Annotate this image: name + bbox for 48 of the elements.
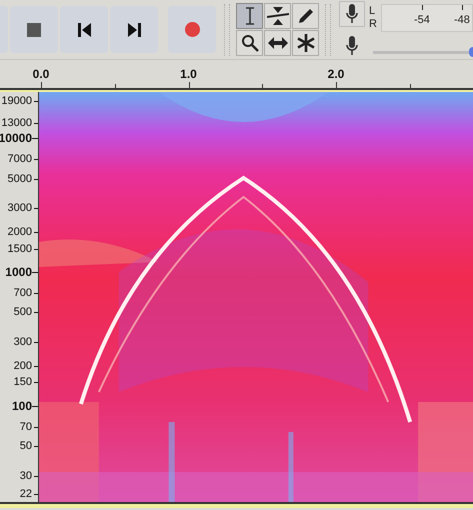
frequency-label: 50	[20, 440, 32, 452]
skip-end-button[interactable]	[110, 6, 158, 53]
frequency-label: 1000	[5, 266, 32, 278]
draw-tool-button[interactable]	[292, 3, 319, 29]
frequency-label: 700	[14, 286, 32, 299]
multi-tool-button[interactable]	[292, 30, 319, 56]
frequency-label: 22	[20, 488, 32, 500]
skip-start-icon	[78, 22, 90, 36]
frequency-label: 30	[20, 470, 32, 482]
frequency-label: 200	[14, 360, 32, 372]
frequency-label: 100	[12, 400, 32, 412]
record-icon	[184, 22, 200, 37]
select-tool-button[interactable]	[236, 3, 263, 29]
asterisk-icon	[296, 34, 314, 52]
channel-label: R	[369, 18, 377, 30]
meter-scale-label: -48	[454, 14, 470, 26]
skip-end-icon	[128, 22, 140, 36]
frequency-label: 13000	[1, 117, 32, 130]
time-label: 1.0	[180, 67, 197, 81]
frequency-label: 1500	[8, 242, 32, 255]
record-meter-button[interactable]	[339, 0, 365, 26]
double-arrow-icon	[268, 37, 288, 49]
channel-label: L	[369, 4, 376, 18]
microphone-icon	[346, 36, 358, 56]
magnifier-icon	[240, 34, 258, 52]
frequency-label: 70	[20, 420, 32, 433]
text-cursor-icon	[244, 7, 254, 25]
time-label: 2.0	[328, 67, 344, 81]
zoom-tool-button[interactable]	[236, 30, 263, 56]
frequency-label: 5000	[8, 172, 32, 185]
stop-icon	[27, 22, 41, 36]
record-button[interactable]	[168, 6, 216, 53]
stop-button[interactable]	[10, 6, 58, 53]
frequency-label: 300	[14, 336, 32, 348]
meter-scale-label: -54	[414, 14, 430, 26]
envelope-tool-button[interactable]	[264, 3, 291, 29]
envelope-icon	[266, 7, 288, 25]
frequency-label: 19000	[1, 95, 32, 107]
frequency-label: 3000	[8, 202, 32, 214]
pencil-icon	[296, 7, 314, 25]
time-shift-tool-button[interactable]	[264, 30, 291, 56]
frequency-label: 150	[14, 376, 32, 388]
frequency-label: 7000	[8, 153, 32, 166]
microphone-icon	[346, 4, 358, 24]
skip-start-button[interactable]	[60, 6, 108, 53]
frequency-label: 500	[14, 306, 32, 318]
time-label: 0.0	[32, 67, 50, 81]
frequency-label: 2000	[8, 226, 32, 238]
